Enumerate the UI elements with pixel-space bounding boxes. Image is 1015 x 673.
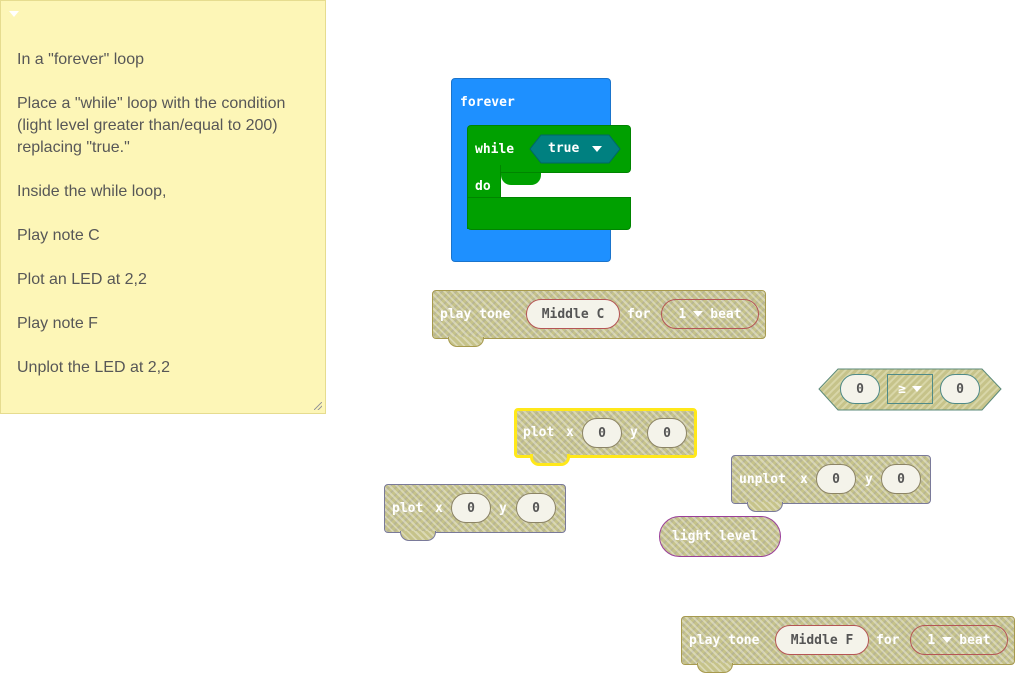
play-tone-block-c[interactable]: play tone Middle C for 1 beat — [432, 290, 766, 347]
while-block-bottom — [467, 197, 631, 230]
comment-line: Place a "while" loop with the condition … — [17, 95, 286, 156]
compare-block[interactable]: 0 ≥ 0 — [818, 368, 1002, 411]
unplot-block[interactable]: unplot x 0 y 0 — [731, 455, 931, 512]
light-level-label: light level — [672, 529, 759, 544]
dropdown-arrow-icon — [592, 146, 602, 152]
x-label: x — [435, 501, 443, 516]
comment-line: Play note C — [17, 227, 100, 244]
while-label: while — [475, 142, 515, 157]
comment-line: In a "forever" loop — [17, 51, 144, 68]
comment-text[interactable]: In a "forever" loop Place a "while" loop… — [17, 49, 307, 401]
operator-dropdown[interactable]: ≥ — [887, 374, 933, 404]
block-bottom-tab — [400, 531, 436, 541]
beat-dropdown[interactable]: 1 beat — [910, 625, 1008, 655]
compare-right-input[interactable]: 0 — [940, 374, 980, 404]
x-input[interactable]: 0 — [582, 418, 622, 448]
block-bottom-tab — [747, 502, 783, 512]
resize-handle-icon[interactable] — [314, 402, 322, 410]
x-input[interactable]: 0 — [451, 493, 491, 523]
comment-line: Play note F — [17, 315, 98, 332]
dropdown-arrow-icon — [693, 311, 704, 317]
operator-value: ≥ — [898, 381, 906, 397]
y-input[interactable]: 0 — [647, 418, 687, 448]
plot-block-selected[interactable]: plot x 0 y 0 — [514, 408, 697, 466]
plot-label: plot — [523, 425, 555, 440]
while-block[interactable]: while do true — [467, 125, 631, 230]
play-tone-label: play tone — [440, 307, 511, 322]
beat-unit: beat — [710, 306, 742, 322]
forever-label: forever — [460, 95, 515, 110]
beat-dropdown[interactable]: 1 beat — [661, 299, 759, 329]
y-label: y — [499, 501, 507, 516]
play-tone-label: play tone — [689, 633, 760, 648]
y-label: y — [865, 472, 873, 487]
note-dropdown[interactable]: Middle F — [775, 625, 869, 655]
beat-unit: beat — [959, 632, 991, 648]
comment-line: Inside the while loop, — [17, 183, 167, 200]
dropdown-arrow-icon — [942, 637, 953, 643]
condition-value: true — [548, 141, 580, 156]
dropdown-arrow-icon — [911, 386, 922, 392]
do-label: do — [475, 179, 491, 194]
light-level-block[interactable]: light level — [659, 516, 781, 557]
plot-label: plot — [392, 501, 424, 516]
compare-left-input[interactable]: 0 — [840, 374, 880, 404]
unplot-label: unplot — [739, 472, 786, 487]
block-bottom-tab — [448, 337, 484, 347]
beat-value: 1 — [927, 632, 936, 648]
for-label: for — [876, 633, 900, 648]
y-input[interactable]: 0 — [516, 493, 556, 523]
collapse-chevron-icon[interactable] — [9, 11, 19, 17]
do-slot-tab — [501, 173, 541, 185]
for-label: for — [627, 307, 651, 322]
plot-block[interactable]: plot x 0 y 0 — [384, 484, 566, 541]
note-dropdown[interactable]: Middle C — [526, 299, 620, 329]
beat-value: 1 — [678, 306, 687, 322]
workspace-comment[interactable]: In a "forever" loop Place a "while" loop… — [0, 0, 326, 414]
y-label: y — [630, 425, 638, 440]
comment-line: Unplot the LED at 2,2 — [17, 359, 170, 376]
x-input[interactable]: 0 — [816, 464, 856, 494]
comment-line: Plot an LED at 2,2 — [17, 271, 147, 288]
x-label: x — [800, 472, 808, 487]
block-bottom-tab — [530, 454, 570, 466]
y-input[interactable]: 0 — [881, 464, 921, 494]
x-label: x — [566, 425, 574, 440]
condition-dropdown[interactable]: true — [529, 134, 621, 164]
play-tone-block-f[interactable]: play tone Middle F for 1 beat — [681, 616, 1015, 673]
